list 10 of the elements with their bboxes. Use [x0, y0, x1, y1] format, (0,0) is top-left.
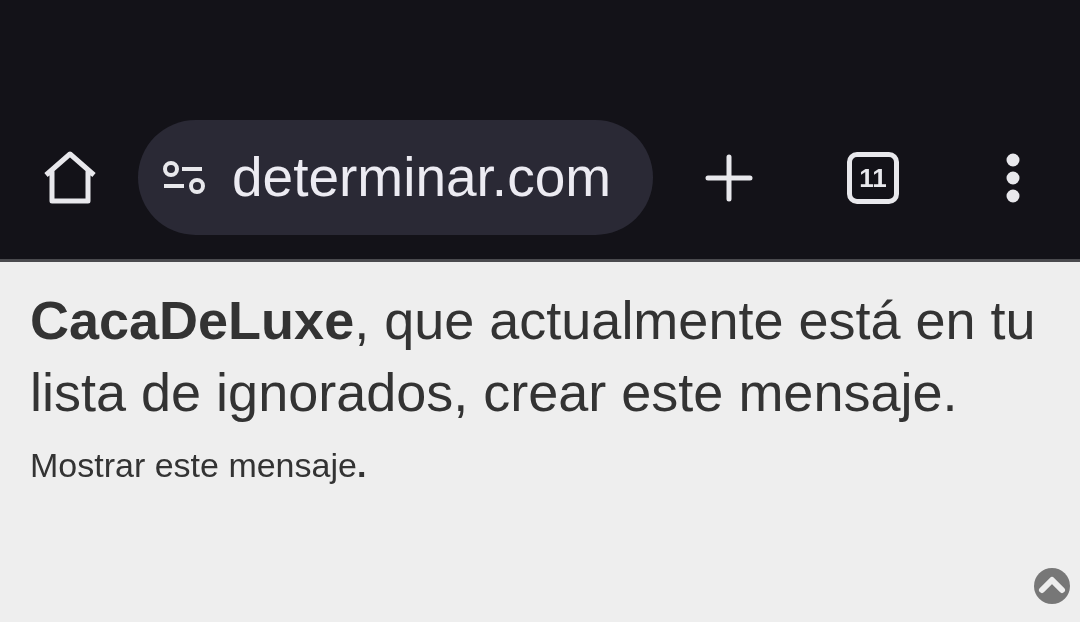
tab-switcher-button[interactable]: 11	[847, 151, 899, 204]
more-menu-icon[interactable]	[1005, 152, 1021, 203]
url-text: determinar.com	[232, 150, 612, 205]
home-icon[interactable]	[42, 150, 98, 205]
show-message-link[interactable]: Mostrar este mensaje.	[30, 440, 367, 491]
plus-icon[interactable]	[705, 153, 753, 202]
scroll-to-top-icon[interactable]	[1034, 568, 1070, 604]
address-bar[interactable]: determinar.com	[138, 120, 653, 235]
ignored-user-notice: CacaDeLuxe, que actualmente está en tu lista de ignorados, crear este mensaje.	[30, 289, 1037, 424]
site-settings-icon[interactable]	[162, 159, 206, 196]
